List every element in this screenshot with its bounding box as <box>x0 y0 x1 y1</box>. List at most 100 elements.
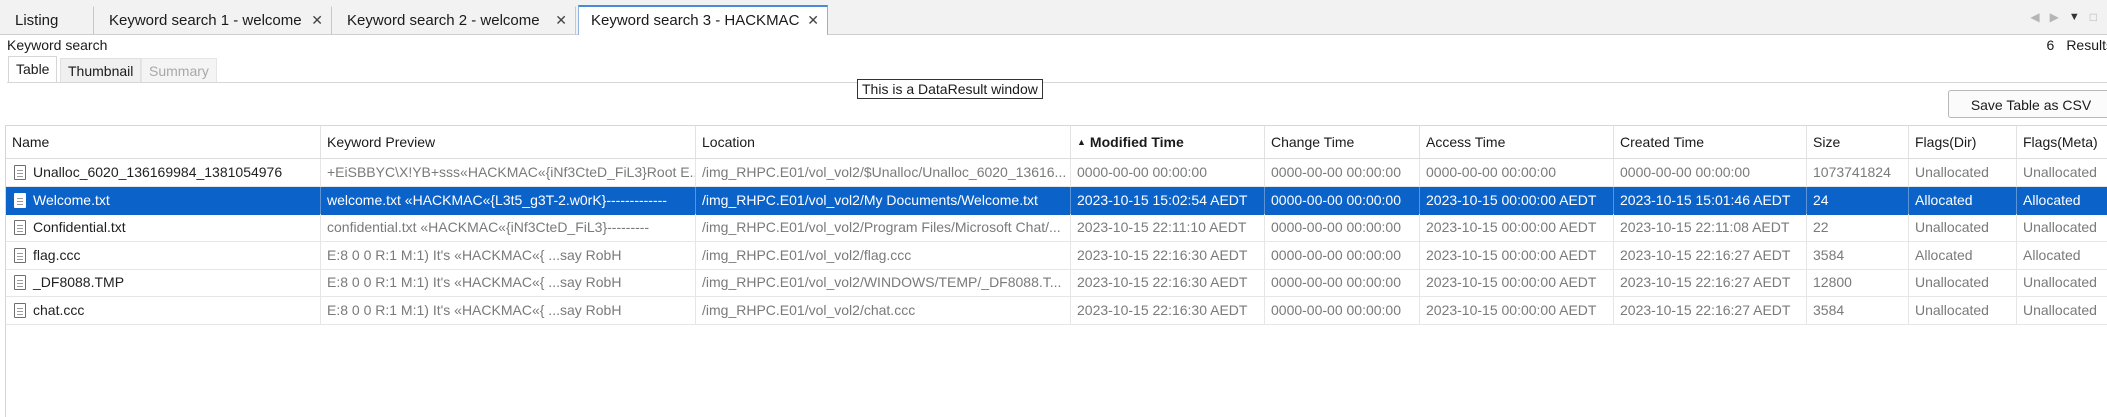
cell-text: 2023-10-15 22:11:10 AEDT <box>1077 219 1247 235</box>
table-row[interactable]: flag.ccc E:8 0 0 R:1 M:1) It's «HACKMAC«{… <box>6 241 2107 270</box>
cell-text: Unallocated <box>1915 274 1989 290</box>
tab-thumbnail[interactable]: Thumbnail <box>60 58 142 82</box>
cell-text: 1073741824 <box>1813 164 1891 180</box>
scroll-right-icon[interactable]: ▶ <box>2050 10 2059 24</box>
cell-text: 3584 <box>1813 301 1845 318</box>
save-table-as-csv-button[interactable]: Save Table as CSV <box>1948 90 2107 118</box>
cell-text: _DF8088.TMP <box>33 274 125 290</box>
subtab-label: Thumbnail <box>68 63 134 79</box>
cell-text: 2023-10-15 22:16:30 AEDT <box>1077 246 1248 263</box>
cell-text: Unallocated <box>2023 219 2097 235</box>
table-header: Name Keyword Preview Location ▲ Modified … <box>6 126 2107 159</box>
column-header-size[interactable]: Size <box>1807 126 1909 158</box>
cell-text: 2023-10-15 00:00:00 AEDT <box>1426 219 1597 235</box>
cell-flags-meta: Unallocated <box>2017 214 2107 242</box>
column-header-name[interactable]: Name <box>6 126 321 158</box>
cell-size: 1073741824 <box>1807 159 1909 187</box>
cell-text: chat.ccc <box>33 301 85 318</box>
cell-text: 2023-10-15 22:11:08 AEDT <box>1620 219 1790 235</box>
close-icon[interactable]: ✕ <box>311 7 323 34</box>
cell-text: 0000-00-00 00:00:00 <box>1271 274 1401 290</box>
restore-icon[interactable]: □ <box>2090 10 2097 24</box>
cell-created-time: 2023-10-15 15:01:46 AEDT <box>1614 186 1807 215</box>
column-header-created-time[interactable]: Created Time <box>1614 126 1807 158</box>
tab-table[interactable]: Table <box>8 56 58 82</box>
column-header-flags-dir[interactable]: Flags(Dir) <box>1909 126 2017 158</box>
cell-access-time: 2023-10-15 00:00:00 AEDT <box>1420 214 1614 242</box>
subtab-label: Summary <box>149 63 209 79</box>
cell-flags-dir: Unallocated <box>1909 269 2017 297</box>
cell-text: /img_RHPC.E01/vol_vol2/WINDOWS/TEMP/_DF8… <box>702 274 1062 290</box>
column-header-change-time[interactable]: Change Time <box>1265 126 1420 158</box>
cell-name: _DF8088.TMP <box>6 269 321 297</box>
table-row[interactable]: Unalloc_6020_136169984_1381054976 +EiSBBY… <box>6 159 2107 187</box>
column-header-flags-meta[interactable]: Flags(Meta) <box>2017 126 2107 158</box>
results-number: 6 <box>2046 37 2055 53</box>
cell-change-time: 0000-00-00 00:00:00 <box>1265 186 1420 215</box>
cell-text: 2023-10-15 00:00:00 AEDT <box>1426 246 1597 263</box>
results-count: 6 Results <box>2047 36 2107 54</box>
cell-keyword-preview: E:8 0 0 R:1 M:1) It's «HACKMAC«{ ...say … <box>321 269 696 297</box>
cell-created-time: 2023-10-15 22:11:08 AEDT <box>1614 214 1807 242</box>
cell-change-time: 0000-00-00 00:00:00 <box>1265 269 1420 297</box>
table-row[interactable]: _DF8088.TMP E:8 0 0 R:1 M:1) It's «HACKMA… <box>6 269 2107 297</box>
tab-nav-controls: ◀ ▶ ▼ □ <box>2030 10 2097 24</box>
subtab-label: Table <box>16 61 50 77</box>
cell-created-time: 2023-10-15 22:16:27 AEDT <box>1614 296 1807 325</box>
sort-ascending-icon: ▲ <box>1077 137 1086 147</box>
table-row[interactable]: chat.ccc E:8 0 0 R:1 M:1) It's «HACKMAC«{… <box>6 296 2107 325</box>
cell-name: Welcome.txt <box>6 186 321 215</box>
cell-flags-dir: Unallocated <box>1909 214 2017 242</box>
cell-text: flag.ccc <box>33 246 81 263</box>
cell-location: /img_RHPC.E01/vol_vol2/WINDOWS/TEMP/_DF8… <box>696 269 1071 297</box>
tab-keyword-search-2[interactable]: Keyword search 2 - welcome ✕ <box>334 6 576 35</box>
cell-text: Allocated <box>2023 191 2081 208</box>
cell-text: /img_RHPC.E01/vol_vol2/$Unalloc/Unalloc_… <box>702 164 1067 180</box>
tab-summary: Summary <box>141 58 217 82</box>
cell-created-time: 0000-00-00 00:00:00 <box>1614 159 1807 187</box>
cell-location: /img_RHPC.E01/vol_vol2/chat.ccc <box>696 296 1071 325</box>
cell-text: +EiSBBYC\X!YB+sss«HACKMAC«{iNf3CteD_FiL3… <box>327 164 696 180</box>
tab-listing[interactable]: Listing <box>2 6 94 35</box>
cell-text: welcome.txt «HACKMAC«{L3t5_g3T-2.w0rK}--… <box>327 191 667 208</box>
file-icon <box>14 247 26 263</box>
cell-text: Unallocated <box>2023 274 2097 290</box>
column-header-access-time[interactable]: Access Time <box>1420 126 1614 158</box>
cell-keyword-preview: E:8 0 0 R:1 M:1) It's «HACKMAC«{ ...say … <box>321 296 696 325</box>
column-header-location[interactable]: Location <box>696 126 1071 158</box>
cell-text: E:8 0 0 R:1 M:1) It's «HACKMAC«{ ...say … <box>327 246 622 263</box>
table-row[interactable]: Confidential.txt confidential.txt «HACKMA… <box>6 214 2107 242</box>
cell-text: /img_RHPC.E01/vol_vol2/chat.ccc <box>702 301 916 318</box>
tab-label: Keyword search 3 - HACKMAC <box>591 12 800 29</box>
tab-keyword-search-3[interactable]: Keyword search 3 - HACKMAC ✕ <box>578 5 828 35</box>
tab-keyword-search-1[interactable]: Keyword search 1 - welcome ✕ <box>96 6 332 35</box>
cell-text: Unalloc_6020_136169984_1381054976 <box>33 164 283 180</box>
cell-text: 2023-10-15 15:02:54 AEDT <box>1077 191 1248 208</box>
dropdown-icon[interactable]: ▼ <box>2069 11 2080 23</box>
cell-text: /img_RHPC.E01/vol_vol2/Program Files/Mic… <box>702 219 1061 235</box>
cell-text: 2023-10-15 00:00:00 AEDT <box>1426 301 1597 318</box>
scroll-left-icon[interactable]: ◀ <box>2030 10 2039 24</box>
tab-label: Keyword search 2 - welcome <box>347 12 540 29</box>
table-row[interactable]: Welcome.txt welcome.txt «HACKMAC«{L3t5_g3… <box>6 186 2107 215</box>
cell-text: Welcome.txt <box>33 191 110 208</box>
cell-text: Unallocated <box>1915 301 1989 318</box>
column-header-keyword-preview[interactable]: Keyword Preview <box>321 126 696 158</box>
close-icon[interactable]: ✕ <box>807 7 819 34</box>
cell-modified-time: 2023-10-15 22:16:30 AEDT <box>1071 296 1265 325</box>
cell-change-time: 0000-00-00 00:00:00 <box>1265 241 1420 270</box>
tab-label: Keyword search 1 - welcome <box>109 12 302 29</box>
close-icon[interactable]: ✕ <box>555 7 567 34</box>
cell-location: /img_RHPC.E01/vol_vol2/My Documents/Welc… <box>696 186 1071 215</box>
file-icon <box>14 302 26 318</box>
cell-text: 0000-00-00 00:00:00 <box>1271 301 1401 318</box>
cell-text: Confidential.txt <box>33 219 126 235</box>
cell-name: Unalloc_6020_136169984_1381054976 <box>6 159 321 187</box>
cell-flags-meta: Allocated <box>2017 187 2107 215</box>
cell-text: E:8 0 0 R:1 M:1) It's «HACKMAC«{ ...say … <box>327 301 622 318</box>
cell-text: 0000-00-00 00:00:00 <box>1077 164 1207 180</box>
cell-keyword-preview: welcome.txt «HACKMAC«{L3t5_g3T-2.w0rK}--… <box>321 186 696 215</box>
column-header-modified-time[interactable]: ▲ Modified Time <box>1071 126 1265 158</box>
results-table: Name Keyword Preview Location ▲ Modified … <box>5 125 2107 417</box>
cell-text: 2023-10-15 00:00:00 AEDT <box>1426 191 1597 208</box>
